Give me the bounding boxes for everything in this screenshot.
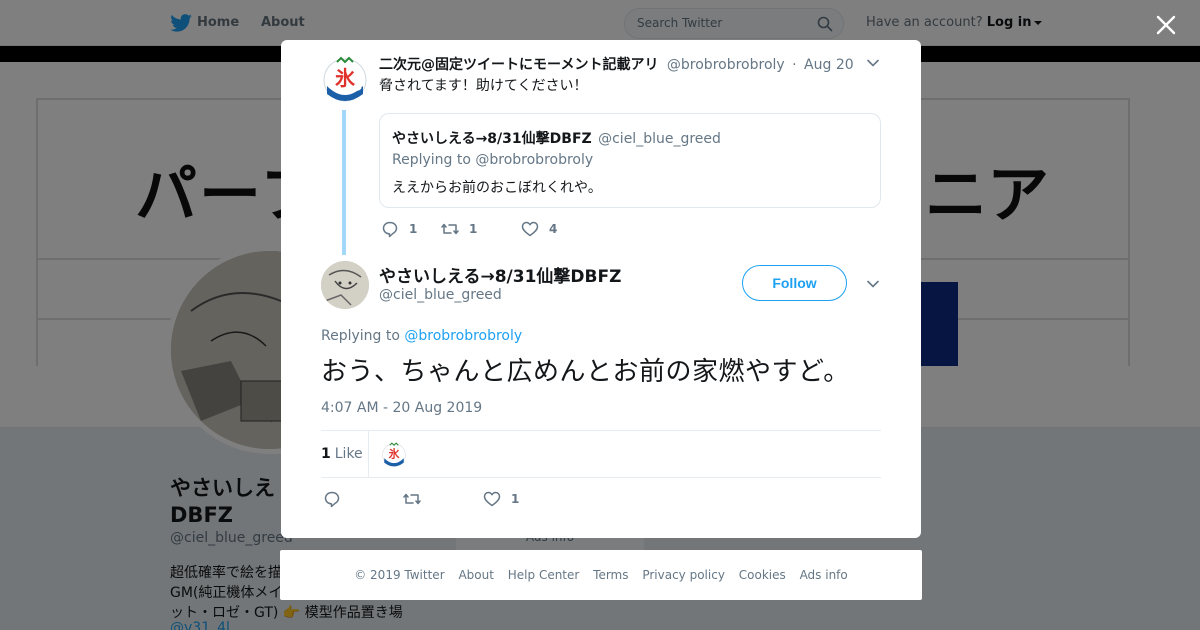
context-separator: · [792, 57, 797, 73]
quoted-replying-to: Replying to @brobrobrobroly [392, 152, 594, 168]
retweet-icon [403, 493, 421, 505]
context-tweet-time[interactable]: Aug 20 [804, 57, 854, 73]
chevron-down-icon[interactable] [867, 280, 879, 288]
stats-divider [368, 431, 369, 477]
retweet-icon [441, 223, 459, 235]
like-count: 1 [511, 492, 520, 506]
quoted-tweet-text: ええからお前のおこぼれくれや。 [392, 180, 602, 196]
replying-to-label: Replying to [321, 328, 400, 344]
quoted-tweet[interactable]: やさいしえる→8/31仙撃DBFZ @ciel_blue_greed Reply… [379, 113, 881, 208]
main-tweet-avatar[interactable] [321, 261, 369, 309]
reply-count: 1 [409, 222, 418, 236]
svg-text:氷: 氷 [389, 447, 400, 461]
footer-link-about[interactable]: About [458, 568, 493, 582]
quoted-author-handle: @ciel_blue_greed [598, 131, 721, 147]
avatar-sketch-image [321, 261, 369, 309]
liker-avatar[interactable]: 氷 [382, 442, 406, 468]
main-author-handle[interactable]: @ciel_blue_greed [379, 287, 502, 303]
reply-button[interactable]: 1 [381, 220, 417, 238]
close-icon[interactable] [1153, 12, 1179, 38]
likes-stat-count: 1 [321, 446, 331, 462]
main-tweet-timestamp[interactable]: 4:07 AM - 20 Aug 2019 [321, 400, 482, 416]
like-count: 4 [549, 222, 558, 236]
main-author-name[interactable]: やさいしえる→8/31仙撃DBFZ [379, 262, 621, 287]
likes-stat[interactable]: 1 Like [321, 446, 363, 462]
tweet-stats: 1 Like 氷 [321, 430, 881, 478]
likes-stat-label: Like [334, 446, 363, 462]
tweet-modal: 氷 二次元@固定ツイートにモーメント記載アリ @brobrobrobroly ·… [281, 40, 921, 538]
context-author-handle[interactable]: @brobrobrobroly [667, 57, 785, 73]
chevron-down-icon[interactable] [867, 59, 879, 67]
main-tweet-text: おう、ちゃんと広めんとお前の家燃やすど。 [321, 357, 850, 387]
reply-icon [324, 491, 340, 508]
like-icon [483, 491, 501, 507]
quoted-author-name: やさいしえる→8/31仙撃DBFZ [392, 131, 592, 147]
replying-to-handle[interactable]: @brobrobrobroly [404, 328, 522, 344]
thread-line [342, 110, 346, 255]
context-tweet-header: 二次元@固定ツイートにモーメント記載アリ @brobrobrobroly · A… [379, 54, 854, 74]
like-button[interactable]: 4 [521, 220, 557, 238]
svg-text:氷: 氷 [335, 66, 356, 90]
main-replying-to: Replying to @brobrobrobroly [321, 328, 522, 344]
footer-link-terms[interactable]: Terms [593, 568, 628, 582]
footer-link-ads-info[interactable]: Ads info [800, 568, 848, 582]
reply-icon [382, 221, 398, 238]
context-tweet-text: 脅されてます！助けてください！ [379, 78, 588, 94]
retweet-count: 1 [469, 222, 478, 236]
context-tweet-avatar[interactable]: 氷 [323, 56, 367, 104]
like-button[interactable]: 1 [483, 490, 519, 508]
follow-button[interactable]: Follow [742, 265, 847, 301]
context-author-name[interactable]: 二次元@固定ツイートにモーメント記載アリ [379, 57, 658, 73]
footer-link-help-center[interactable]: Help Center [508, 568, 580, 582]
footer-link-cookies[interactable]: Cookies [739, 568, 786, 582]
like-icon [521, 221, 539, 237]
footer-links: © 2019 Twitter About Help Center Terms P… [280, 568, 922, 582]
footer-copyright: © 2019 Twitter [354, 568, 445, 582]
footer-link-privacy[interactable]: Privacy policy [642, 568, 725, 582]
quoted-tweet-header: やさいしえる→8/31仙撃DBFZ @ciel_blue_greed [392, 128, 721, 148]
retweet-button[interactable]: 1 [441, 220, 477, 238]
retweet-button[interactable] [403, 490, 421, 508]
reply-button[interactable] [323, 490, 341, 508]
modal-footer: © 2019 Twitter About Help Center Terms P… [280, 550, 922, 600]
